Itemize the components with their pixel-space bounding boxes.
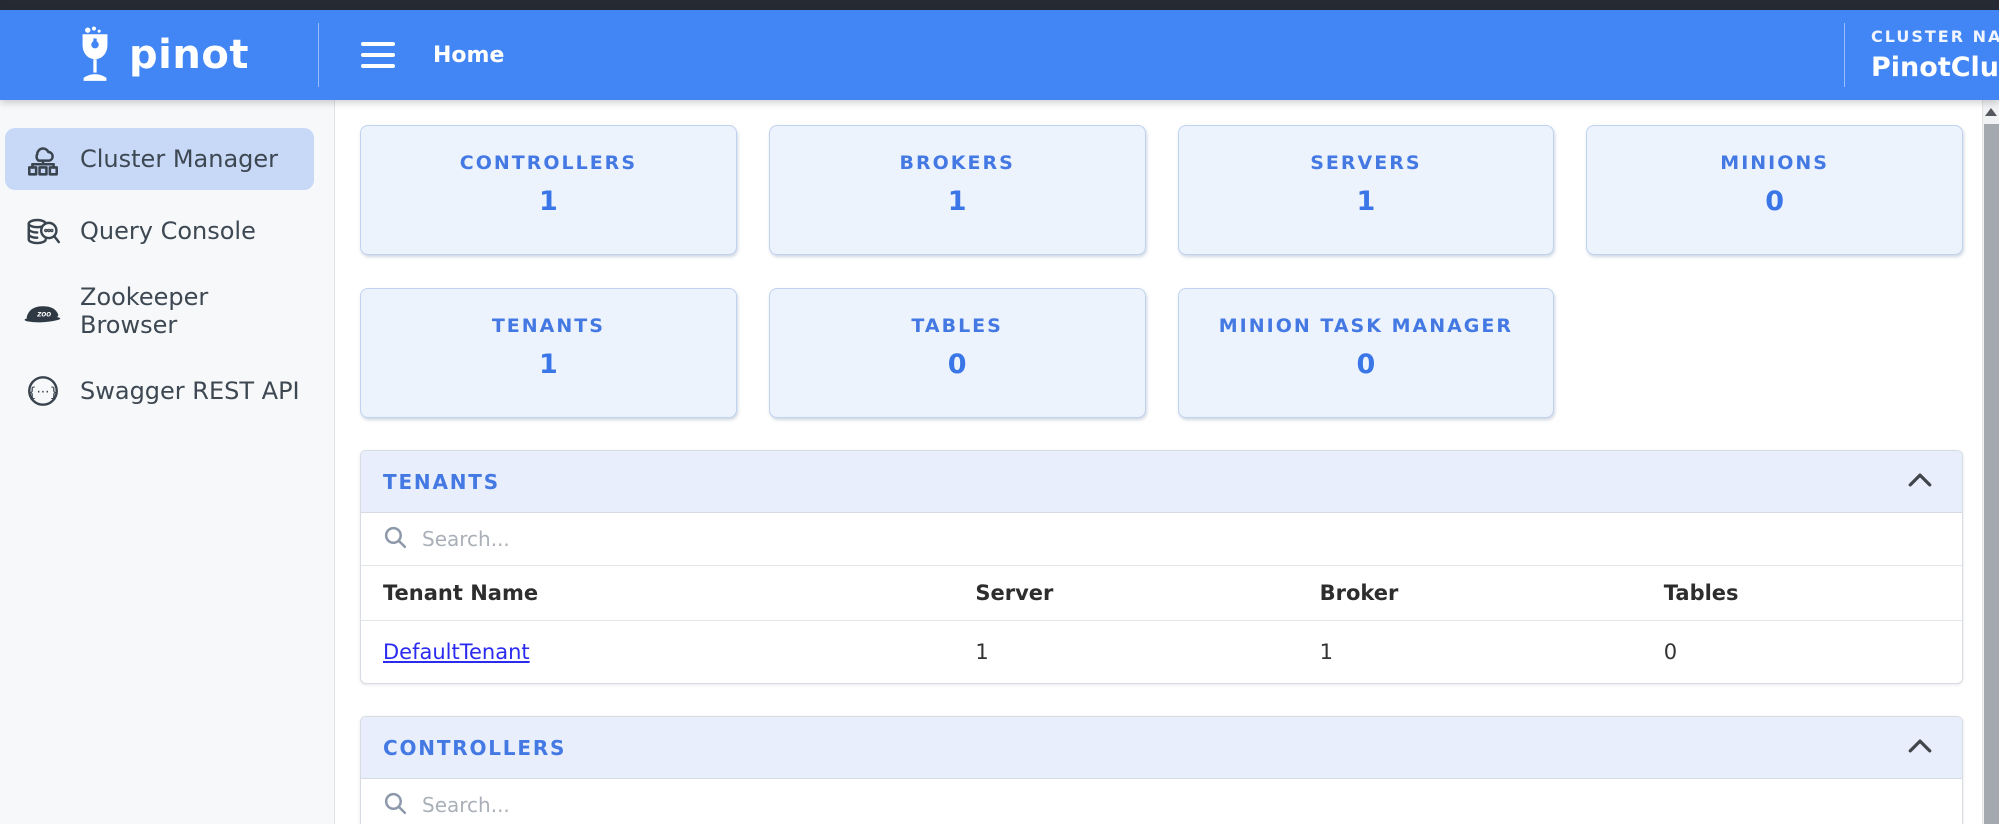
cluster-name-value: PinotCluster <box>1871 52 1999 83</box>
stat-card-label: TENANTS <box>491 315 605 337</box>
search-icon <box>383 791 408 820</box>
sidebar: Cluster Manager Query Console ZOO Zookee… <box>0 100 335 824</box>
cluster-manager-icon <box>23 139 63 179</box>
sidebar-item-label: Zookeeper Browser <box>80 283 209 339</box>
column-header-tables[interactable]: Tables <box>1641 566 1962 621</box>
stat-card-controllers: CONTROLLERS 1 <box>360 125 737 255</box>
scroll-up-arrow[interactable] <box>1985 108 1997 116</box>
stat-card-value: 0 <box>1356 349 1376 380</box>
controllers-panel-header: CONTROLLERS <box>361 717 1962 779</box>
cluster-name-label: CLUSTER NAME <box>1871 27 1999 46</box>
tenant-server-count: 1 <box>975 640 989 664</box>
stat-card-value: 0 <box>1765 186 1785 217</box>
pinot-logo-text: pinot <box>129 32 249 78</box>
stat-card-tables: TABLES 0 <box>768 288 1146 418</box>
stat-card-label: MINION TASK MANAGER <box>1218 315 1513 337</box>
hamburger-menu-button[interactable] <box>361 42 395 68</box>
zookeeper-icon: ZOO <box>23 291 63 331</box>
window-top-strip <box>0 0 1999 10</box>
controllers-search-input[interactable] <box>422 793 1940 817</box>
tenants-panel-header: TENANTS <box>361 451 1962 513</box>
controllers-collapse-button[interactable] <box>1902 730 1938 766</box>
stat-card-servers: SERVERS 1 <box>1177 125 1555 255</box>
column-header-broker[interactable]: Broker <box>1297 566 1642 621</box>
tenant-tables-count: 0 <box>1663 640 1678 664</box>
tenants-search-row <box>361 513 1962 566</box>
stat-card-label: TABLES <box>911 315 1003 337</box>
stat-card-brokers: BROKERS 1 <box>768 125 1146 255</box>
sidebar-item-swagger-rest-api[interactable]: {···} Swagger REST API <box>5 360 314 422</box>
tenants-search-input[interactable] <box>422 527 1940 551</box>
tenants-collapse-button[interactable] <box>1902 464 1938 500</box>
tenants-table: Tenant Name Server Broker Tables Default… <box>361 566 1962 683</box>
chevron-up-icon <box>1907 738 1933 757</box>
stat-cards-grid: CONTROLLERS 1 BROKERS 1 SERVERS 1 MINION… <box>360 125 1963 418</box>
sidebar-item-label: Swagger REST API <box>80 377 300 405</box>
stat-card-value: 0 <box>947 349 967 380</box>
sidebar-item-label: Cluster Manager <box>80 145 279 173</box>
tenant-table-row: DefaultTenant 1 1 0 <box>361 621 1962 684</box>
controllers-panel-title: CONTROLLERS <box>383 735 567 760</box>
tenants-table-header-row: Tenant Name Server Broker Tables <box>361 566 1962 621</box>
sidebar-item-label: Query Console <box>80 217 256 245</box>
breadcrumb-home[interactable]: Home <box>433 43 504 68</box>
vertical-scrollbar[interactable] <box>1982 100 1999 824</box>
tenant-link-defaulttenant[interactable]: DefaultTenant <box>383 640 530 664</box>
tenant-broker-count: 1 <box>1319 640 1333 664</box>
stat-card-minions: MINIONS 0 <box>1586 125 1963 255</box>
stat-card-value: 1 <box>538 186 558 217</box>
chevron-up-icon <box>1907 472 1933 491</box>
scrollbar-thumb[interactable] <box>1984 124 1999 824</box>
sidebar-item-cluster-manager[interactable]: Cluster Manager <box>5 128 314 190</box>
search-icon <box>383 525 408 554</box>
stat-card-value: 1 <box>538 349 558 380</box>
swagger-icon: {···} <box>23 371 63 411</box>
app-header: pinot Home CLUSTER NAME PinotCluster <box>0 10 1999 100</box>
stat-card-label: BROKERS <box>899 152 1015 174</box>
stat-card-tenants: TENANTS 1 <box>360 288 737 418</box>
svg-text:ZOO: ZOO <box>36 313 51 319</box>
stat-card-label: SERVERS <box>1310 152 1422 174</box>
tenants-panel: TENANTS Search... Tenant Name Server Bro… <box>360 450 1963 684</box>
column-header-tenant-name[interactable]: Tenant Name <box>361 566 954 621</box>
pinot-logo[interactable]: pinot <box>0 25 318 85</box>
svg-text:{···}: {···} <box>28 384 59 400</box>
controllers-search-row <box>361 779 1962 824</box>
stat-card-value: 1 <box>1356 186 1376 217</box>
query-console-icon <box>23 211 63 251</box>
stat-card-label: CONTROLLERS <box>459 152 637 174</box>
column-header-server[interactable]: Server <box>953 566 1298 621</box>
stat-card-label: MINIONS <box>1720 152 1829 174</box>
wine-glass-icon <box>69 25 121 85</box>
cluster-name-block: CLUSTER NAME PinotCluster <box>1845 27 1999 83</box>
tenants-panel-title: TENANTS <box>383 469 500 494</box>
sidebar-item-query-console[interactable]: Query Console <box>5 200 314 262</box>
header-divider-left <box>318 23 319 87</box>
stat-card-value: 1 <box>947 186 967 217</box>
stat-card-minion-task-manager: MINION TASK MANAGER 0 <box>1177 288 1555 418</box>
sidebar-item-zookeeper-browser[interactable]: ZOO Zookeeper Browser <box>5 272 314 350</box>
controllers-panel: CONTROLLERS <box>360 716 1963 824</box>
main-content: CONTROLLERS 1 BROKERS 1 SERVERS 1 MINION… <box>335 100 1982 824</box>
